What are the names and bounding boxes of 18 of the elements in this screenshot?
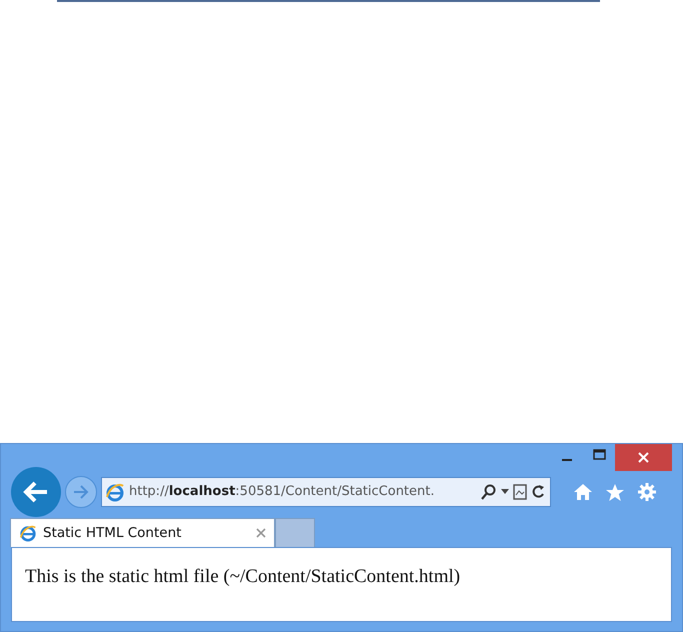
- back-button[interactable]: [11, 467, 61, 517]
- browser-tab[interactable]: Static HTML Content: [10, 518, 275, 547]
- back-arrow-icon: [23, 481, 49, 503]
- close-tab-icon[interactable]: [256, 528, 266, 538]
- tab-title: Static HTML Content: [43, 524, 182, 543]
- ie-logo-icon: [105, 482, 125, 502]
- settings-icon[interactable]: [635, 482, 659, 502]
- close-icon: [638, 452, 649, 463]
- compatibility-view-icon[interactable]: [511, 484, 529, 500]
- forward-arrow-icon: [72, 484, 90, 500]
- minimize-icon: [562, 459, 572, 461]
- ie-logo-icon: [19, 524, 37, 542]
- url-text: http://localhost:50581/Content/StaticContent.: [129, 483, 434, 502]
- close-button[interactable]: [615, 444, 672, 471]
- maximize-icon: [592, 448, 606, 460]
- page-text: This is the static html file (~/Content/StaticContent.html): [25, 566, 460, 587]
- address-bar[interactable]: http://localhost:50581/Content/StaticContent.: [101, 477, 551, 507]
- dropdown-caret-icon[interactable]: [499, 489, 511, 495]
